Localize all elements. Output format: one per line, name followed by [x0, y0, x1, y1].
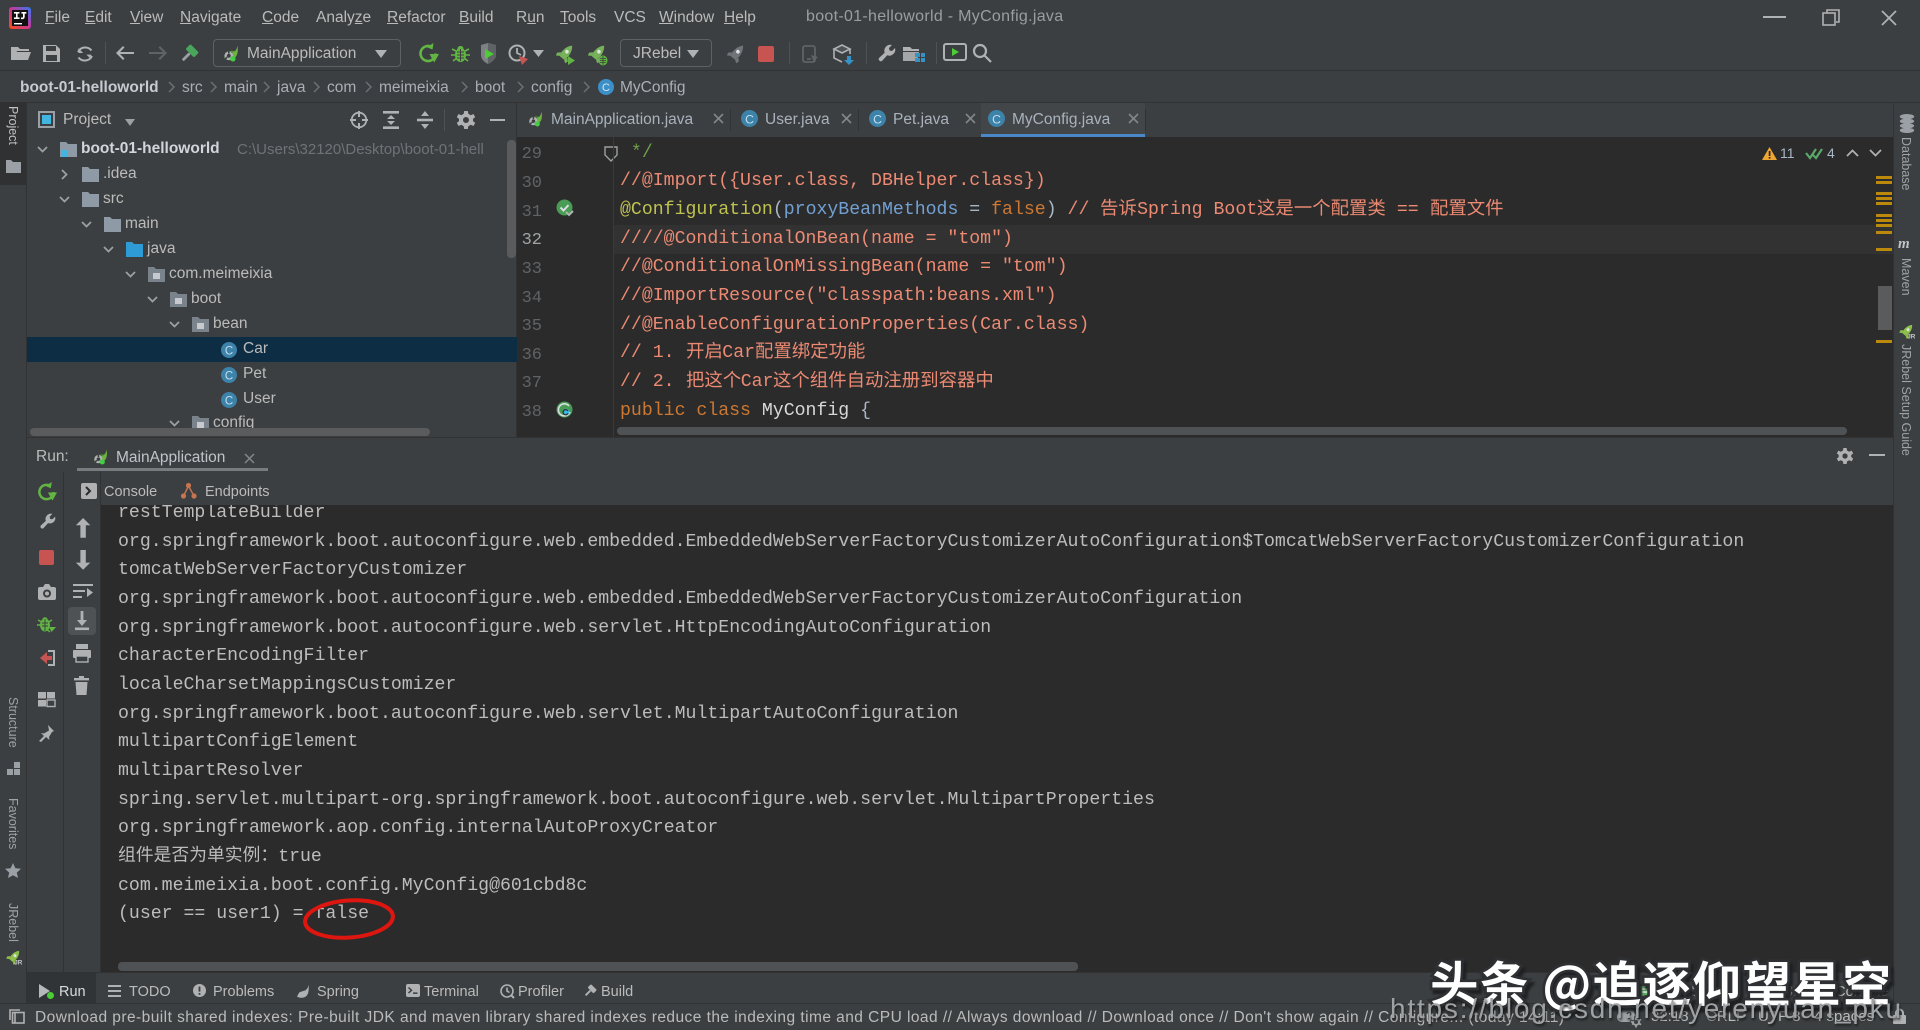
- svg-text:JR: JR: [14, 960, 23, 967]
- svg-text:C: C: [745, 112, 754, 126]
- svg-text:C: C: [225, 395, 233, 407]
- svg-text:C: C: [602, 82, 610, 94]
- svg-text:JR: JR: [1907, 334, 1916, 341]
- svg-text:C: C: [873, 112, 882, 126]
- svg-text:C: C: [225, 370, 233, 382]
- svg-text:C: C: [225, 345, 233, 357]
- svg-text:C: C: [992, 112, 1001, 126]
